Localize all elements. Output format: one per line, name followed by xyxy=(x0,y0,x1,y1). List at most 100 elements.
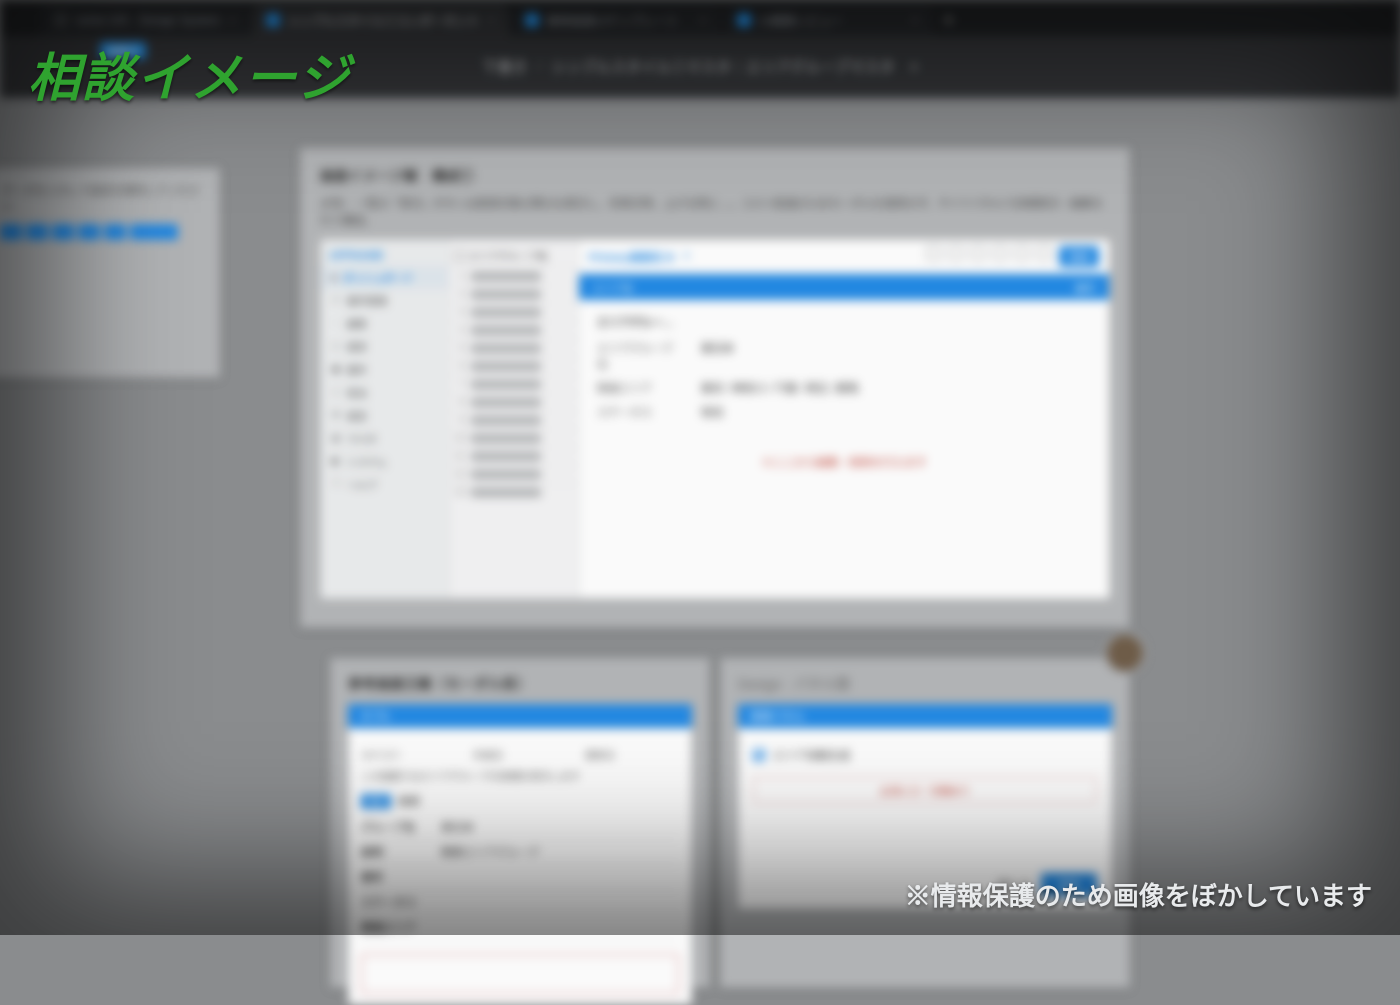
list-item[interactable]: 6 xyxy=(449,357,578,375)
sidebar-item[interactable]: ▤ マスタ xyxy=(321,427,448,450)
row-text-placeholder xyxy=(471,326,541,335)
tab-label: UI課題レビュー xyxy=(759,12,843,29)
sidebar-item[interactable]: ◦顧客 xyxy=(321,312,448,335)
sidebar-item-label: マスタ xyxy=(347,431,377,446)
sidebar-item[interactable]: ダッシュボード xyxy=(321,266,448,289)
row-val: 東日本 xyxy=(441,819,474,835)
close-icon[interactable]: × xyxy=(700,13,707,27)
toolbar-icon[interactable] xyxy=(993,246,1007,260)
close-icon[interactable]: × xyxy=(488,13,495,27)
table-row: ステータス xyxy=(361,890,679,915)
sidebar-item[interactable]: ⚙設定 xyxy=(321,404,448,427)
mock-page-title: Primary画面名 B xyxy=(589,249,674,265)
list-item[interactable]: 11 xyxy=(449,447,578,465)
browser-tab[interactable]: some UIX · Design System × xyxy=(40,4,250,36)
sidebar-item[interactable]: ◧システム xyxy=(321,450,448,473)
list-item[interactable]: 7 xyxy=(449,375,578,393)
submit-button[interactable]: 登録 xyxy=(1041,873,1097,896)
sidebar-item-label: 案件 xyxy=(347,362,367,377)
sidebar-item[interactable]: ▣ 案件 xyxy=(321,358,448,381)
chip xyxy=(26,224,48,240)
toolbar-icon[interactable] xyxy=(1015,246,1029,260)
doc-icon: ▭ xyxy=(331,341,341,352)
frame-title: 参考画面③案（モーダル系） xyxy=(348,674,692,694)
row-index: 5 xyxy=(455,343,465,354)
browser-tab[interactable]: 業務画面UIテンプレート × xyxy=(511,4,721,36)
tab-label[interactable]: 登録パネル xyxy=(750,708,805,724)
sidebar-item[interactable]: ?ヘルプ xyxy=(321,473,448,496)
toolbar-icon[interactable] xyxy=(927,246,941,260)
checkbox-row[interactable]: エリア自動生成 xyxy=(753,747,1097,763)
table-row: 関連エリア xyxy=(361,915,679,940)
row-text-placeholder xyxy=(471,380,541,389)
list-item[interactable]: 4 xyxy=(449,321,578,339)
row-index: 11 xyxy=(455,451,465,462)
breadcrumb[interactable]: 下書き / シンプルスタイル①マスタ｜エリアグループマスタ ▾ xyxy=(482,56,918,77)
snippet-caption: データを入力して設定を保存してください xyxy=(0,168,220,224)
list-item[interactable]: 8 xyxy=(449,393,578,411)
list-item[interactable]: 5 xyxy=(449,339,578,357)
row-key: 関連エリア xyxy=(361,919,441,935)
tab-label: シンプルスタイル①コンポーネント xyxy=(288,12,480,29)
tab-label[interactable]: タブA xyxy=(360,708,389,724)
mock-subheader: エリア名 操作 xyxy=(579,274,1109,300)
avatar xyxy=(1104,632,1146,674)
row-index: 12 xyxy=(455,469,465,480)
db-icon: ▤ xyxy=(331,433,341,444)
row-index: 7 xyxy=(455,379,465,390)
mock-list: エリアグループ名 12345678910111213 xyxy=(449,240,579,598)
panel-body: カテゴリ 作成日 更新日 この画面ではエリアグループの詳細を表示します 有効 検… xyxy=(348,728,692,1005)
sidebar-item[interactable]: ▭請求 xyxy=(321,335,448,358)
row-key: 備考 xyxy=(361,869,441,885)
frame-main-mock[interactable]: 画面イメージ案 構成① メモ： 一覧の「表示」ボタンは削除対象の際のみ表示し、非… xyxy=(300,148,1130,628)
close-link[interactable]: 閉じる xyxy=(998,877,1031,893)
toggle-line: 有効 検索 xyxy=(361,793,679,809)
list-item[interactable]: 10 xyxy=(449,429,578,447)
checkbox-icon[interactable] xyxy=(753,749,765,761)
browser-tab[interactable]: UI課題レビュー × xyxy=(723,4,933,36)
validation-text: 必須入力・空欄あり xyxy=(880,783,970,798)
sidebar-item[interactable]: ≡案件管理 xyxy=(321,289,448,312)
subheader-left: エリア名 xyxy=(593,280,633,295)
register-button[interactable]: 登録 xyxy=(1059,246,1099,267)
detail-value: 東京 / 神奈川 / 千葉 / 埼玉 / 群馬 xyxy=(701,380,859,396)
row-text-placeholder xyxy=(471,434,541,443)
browser-tabbar: some UIX · Design System × シンプルスタイル①コンポー… xyxy=(0,0,1400,36)
list-item[interactable]: 2 xyxy=(449,285,578,303)
column-headers: カテゴリ 作成日 更新日 xyxy=(361,747,679,762)
folder-icon: ▣ xyxy=(331,364,341,375)
frame-modal-ref[interactable]: 参考画面③案（モーダル系） タブA カテゴリ 作成日 更新日 この画面ではエリア… xyxy=(330,658,710,988)
close-icon[interactable]: × xyxy=(229,13,236,27)
row-key: 説明 xyxy=(361,844,441,860)
list-item[interactable]: 12 xyxy=(449,465,578,483)
close-icon[interactable]: × xyxy=(912,13,919,27)
frame-panel-ref[interactable]: Design · パネル案 登録パネル エリア自動生成 必須入力・空欄あり 閉じ… xyxy=(720,658,1130,988)
breadcrumb-parent: 下書き xyxy=(482,56,527,77)
list-item[interactable]: 3 xyxy=(449,303,578,321)
detail-row: ステータス有効 xyxy=(597,400,1091,424)
mock-toolbar: Primary画面名 B ▾ 登録 xyxy=(579,240,1109,274)
row-key: グループ名 xyxy=(361,819,441,835)
row-index: 1 xyxy=(455,271,465,282)
toolbar-icon[interactable] xyxy=(1037,246,1051,260)
list-item[interactable]: 1 xyxy=(449,267,578,285)
system-icon: ◧ xyxy=(331,456,341,467)
toolbar-icon[interactable] xyxy=(949,246,963,260)
row-index: 3 xyxy=(455,307,465,318)
toolbar-icon[interactable] xyxy=(971,246,985,260)
list-item[interactable]: 13 xyxy=(449,483,578,501)
row-index: 10 xyxy=(455,433,465,444)
list-header: エリアグループ名 xyxy=(449,244,578,267)
tab-favicon xyxy=(525,13,539,27)
chevron-down-icon[interactable]: ▾ xyxy=(684,251,689,262)
frame-snippet[interactable]: データを入力して設定を保存してください xyxy=(0,168,220,378)
sidebar-item-label: 担当 xyxy=(347,385,367,400)
new-tab-button[interactable]: + xyxy=(935,4,963,36)
browser-tab[interactable]: シンプルスタイル①コンポーネント × xyxy=(252,4,509,36)
sidebar-item[interactable]: ☺担当 xyxy=(321,381,448,404)
list-item[interactable]: 9 xyxy=(449,411,578,429)
checkbox-icon[interactable] xyxy=(455,251,465,261)
list-icon: ≡ xyxy=(331,295,341,306)
chevron-down-icon[interactable]: ▾ xyxy=(910,58,918,76)
panel-tabstrip: 登録パネル xyxy=(738,704,1112,728)
